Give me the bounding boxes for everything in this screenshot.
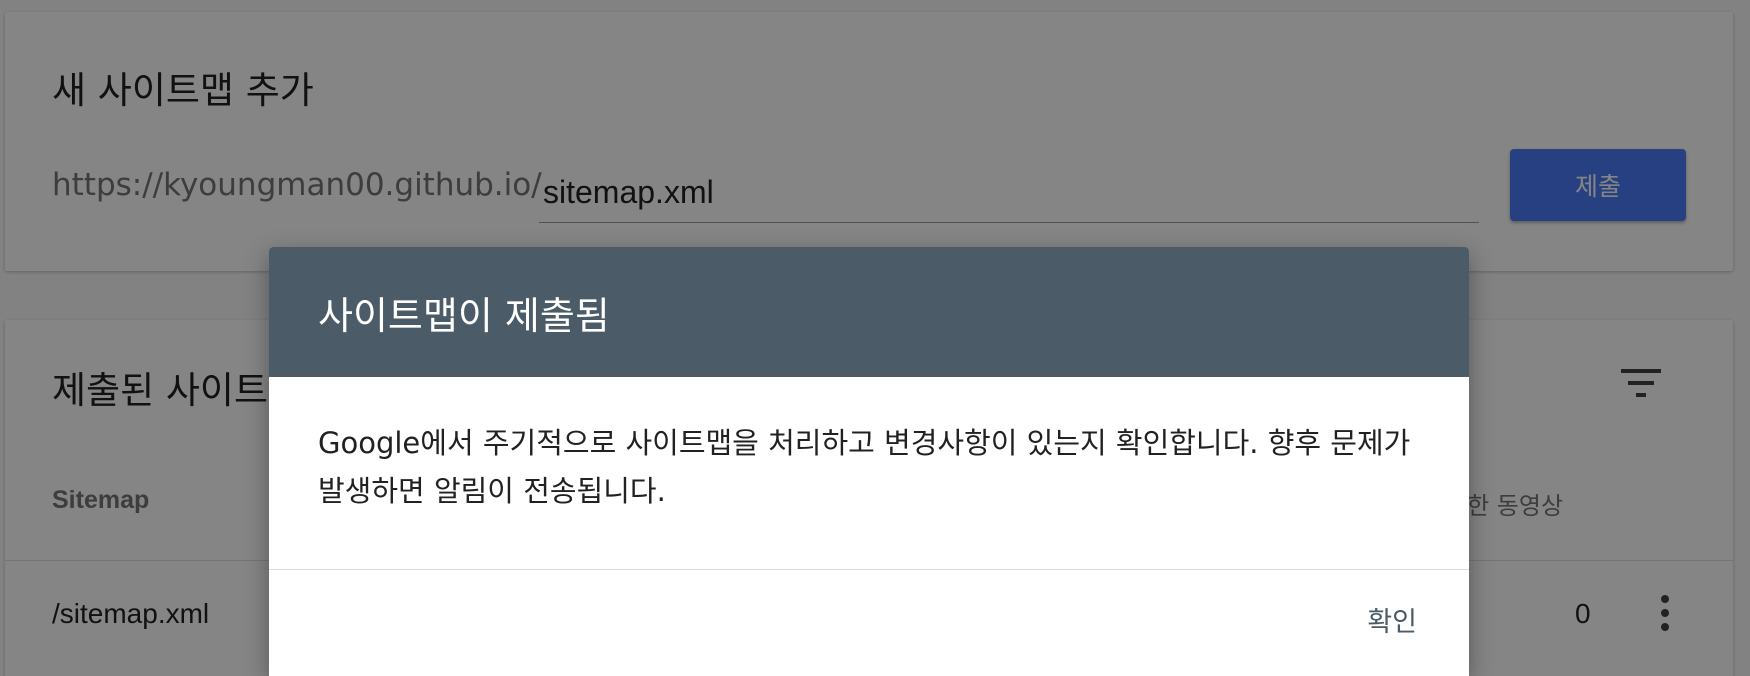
dialog-message: Google에서 주기적으로 사이트맵을 처리하고 변경사항이 있는지 확인합니… <box>318 426 1411 508</box>
confirm-button[interactable]: 확인 <box>1367 600 1417 639</box>
dialog-title: 사이트맵이 제출됨 <box>318 294 610 338</box>
dialog-header: 사이트맵이 제출됨 <box>269 247 1469 377</box>
dialog-divider <box>269 569 1469 570</box>
sitemap-submitted-dialog: 사이트맵이 제출됨 Google에서 주기적으로 사이트맵을 처리하고 변경사항… <box>269 247 1469 676</box>
